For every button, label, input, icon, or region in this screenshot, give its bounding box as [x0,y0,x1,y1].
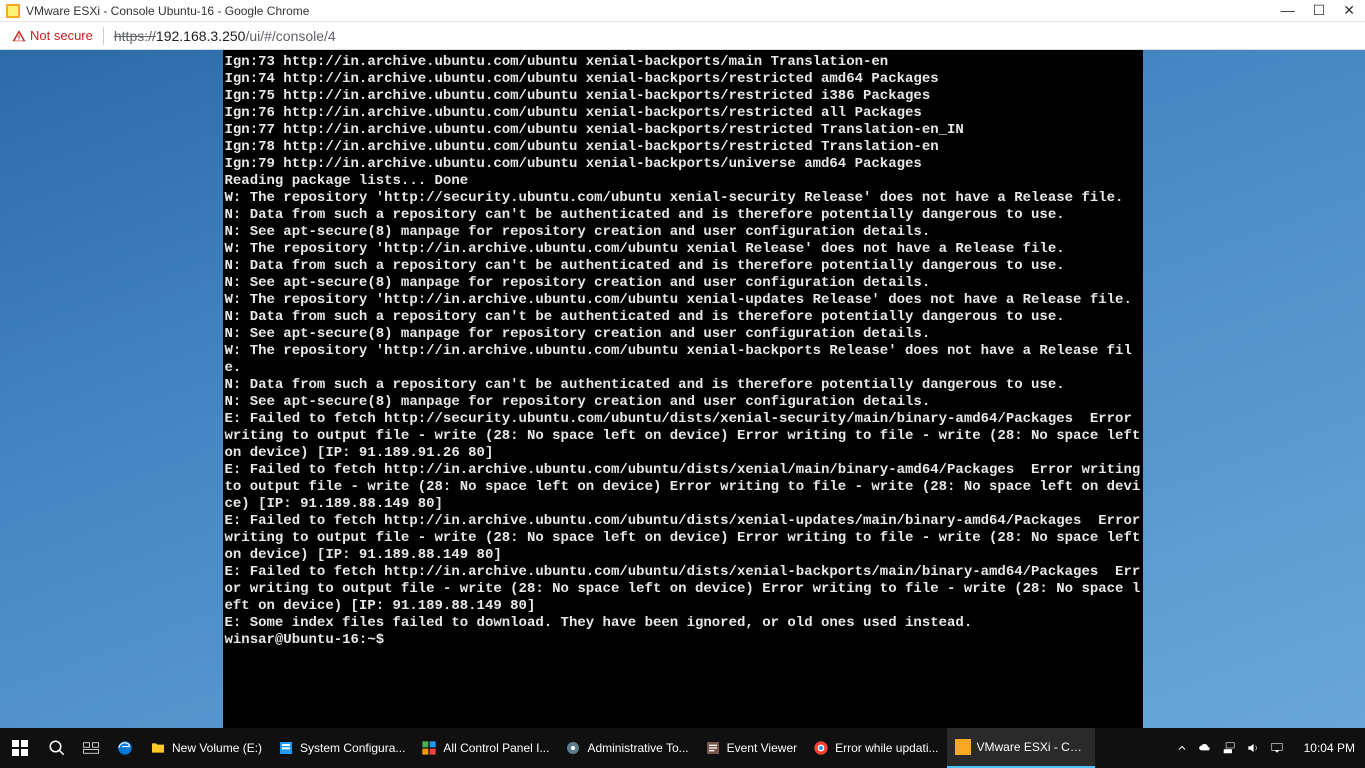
taskbar-item-label: New Volume (E:) [172,741,262,755]
chrome-icon [813,740,829,756]
taskbar-item-chrome-error[interactable]: Error while updati... [805,728,946,768]
controlpanel-icon [421,740,437,756]
window-titlebar: VMware ESXi - Console Ubuntu-16 - Google… [0,0,1365,22]
taskbar-item-eventviewer[interactable]: Event Viewer [697,728,805,768]
taskbar-item-vmware[interactable]: VMware ESXi - Co... [947,728,1095,768]
minimize-button[interactable]: — [1281,2,1295,19]
not-secure-label: Not secure [30,28,93,43]
tray-network-icon[interactable] [1222,741,1236,755]
close-button[interactable]: ✕ [1343,2,1355,19]
taskbar-item-sysconfig[interactable]: System Configura... [270,728,413,768]
edge-button[interactable] [108,728,142,768]
not-secure-indicator[interactable]: Not secure [12,28,93,43]
tray-chevron-icon[interactable] [1176,742,1188,754]
vmware-favicon [6,4,20,18]
tray-action-center-icon[interactable] [1270,741,1284,755]
taskbar-item-admintools[interactable]: Administrative To... [557,728,696,768]
taskbar-item-label: Administrative To... [587,741,688,755]
address-separator [103,27,104,45]
system-tray[interactable] [1166,741,1294,755]
search-button[interactable] [40,728,74,768]
taskbar-item-controlpanel[interactable]: All Control Panel I... [413,728,557,768]
taskbar-item-label: All Control Panel I... [443,741,549,755]
start-button[interactable] [0,728,40,768]
maximize-button[interactable]: ☐ [1313,2,1326,19]
url-path: /ui/#/console/4 [245,28,335,44]
url-host: 192.168.3.250 [156,28,246,44]
page-content: Ign:73 http://in.archive.ubuntu.com/ubun… [0,50,1365,728]
address-bar: Not secure https://192.168.3.250/ui/#/co… [0,22,1365,50]
tray-volume-icon[interactable] [1246,741,1260,755]
sysconfig-icon [278,740,294,756]
taskbar-item-label: VMware ESXi - Co... [977,740,1087,754]
tray-onedrive-icon[interactable] [1198,741,1212,755]
admintools-icon [565,740,581,756]
folder-icon [150,740,166,756]
url-display[interactable]: https://192.168.3.250/ui/#/console/4 [114,28,336,44]
window-title: VMware ESXi - Console Ubuntu-16 - Google… [26,4,1281,18]
eventviewer-icon [705,740,721,756]
url-scheme: https:// [114,28,156,44]
task-view-button[interactable] [74,728,108,768]
vm-console[interactable]: Ign:73 http://in.archive.ubuntu.com/ubun… [223,50,1143,728]
vmware-icon [955,739,971,755]
taskbar-item-label: Event Viewer [727,741,797,755]
taskbar: New Volume (E:) System Configura... All … [0,728,1365,768]
taskbar-clock[interactable]: 10:04 PM [1294,741,1365,755]
taskbar-item-label: System Configura... [300,741,405,755]
taskbar-item-label: Error while updati... [835,741,938,755]
taskbar-item-explorer[interactable]: New Volume (E:) [142,728,270,768]
